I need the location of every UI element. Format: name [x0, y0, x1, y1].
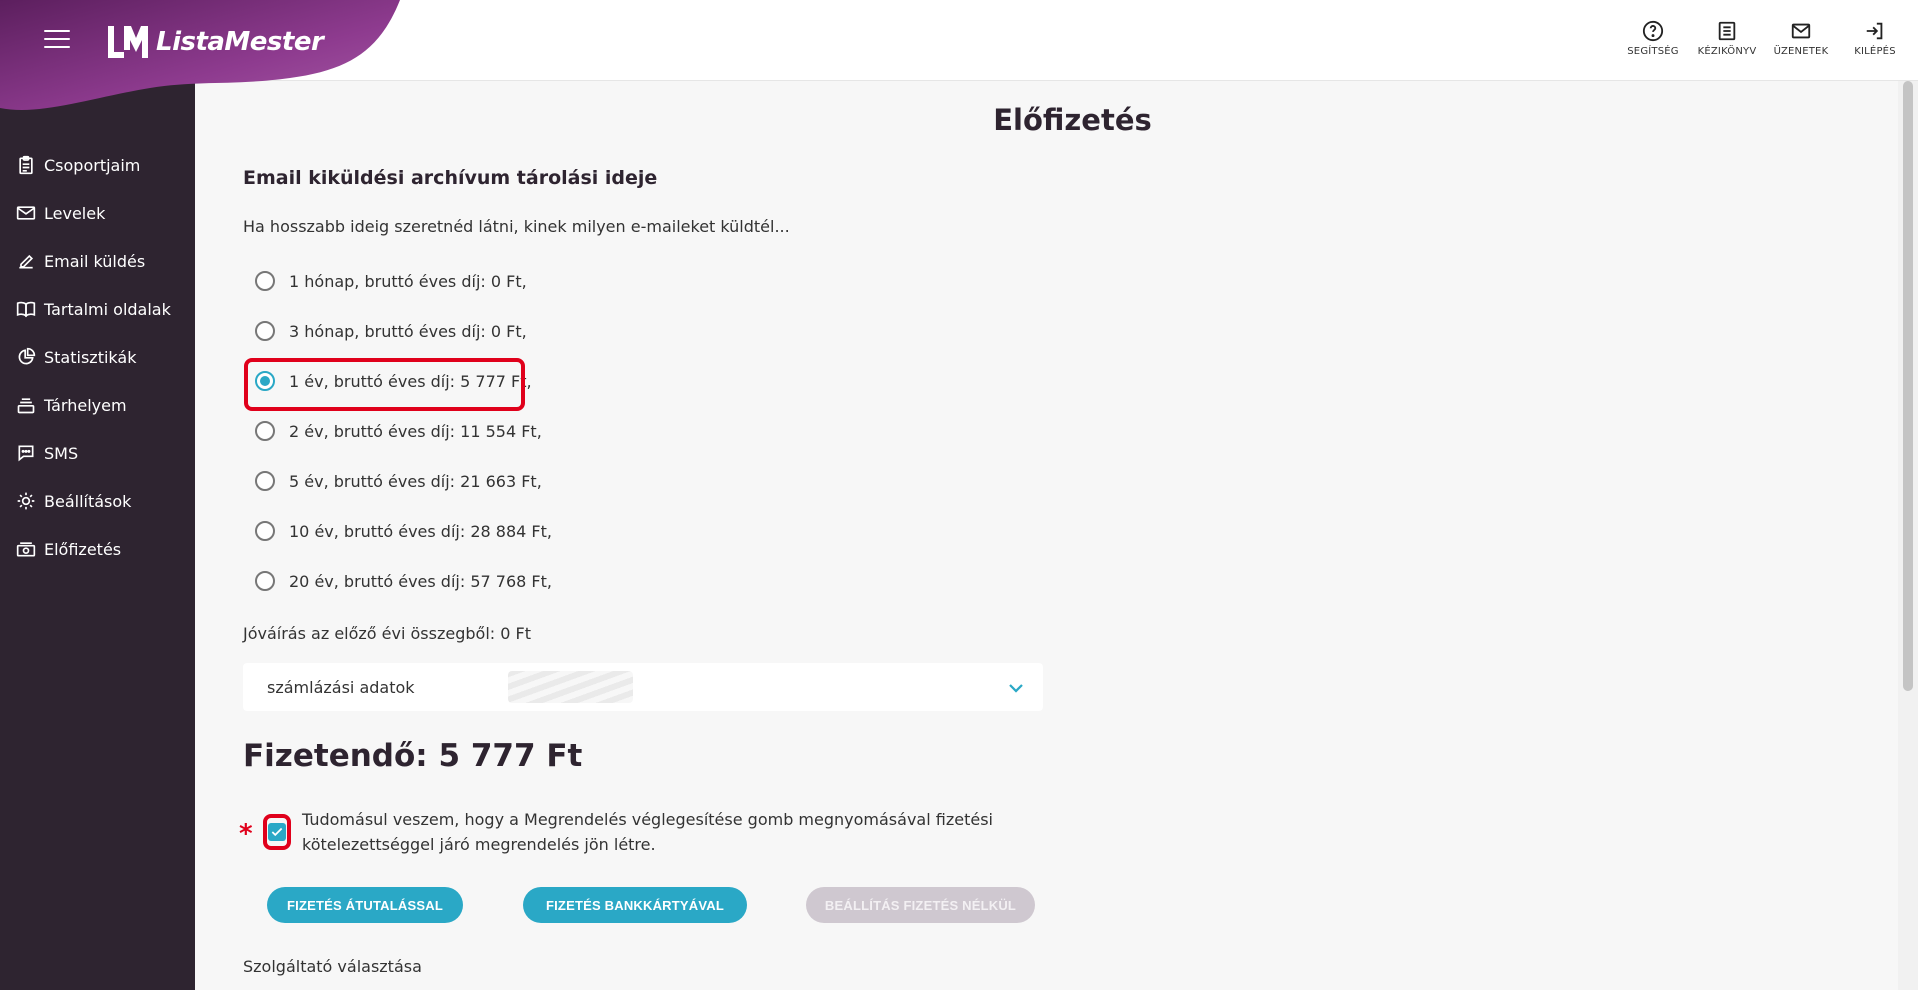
main-content: Előfizetés Email kiküldési archívum táro… — [195, 81, 1898, 990]
messages-label: ÜZENETEK — [1773, 46, 1829, 57]
logout-icon — [1866, 22, 1883, 40]
storage-icon — [17, 398, 35, 414]
help-button[interactable]: SEGÍTSÉG — [1624, 20, 1682, 57]
logo-text: ListaMester — [156, 27, 324, 57]
blurred-billing-info — [508, 671, 633, 703]
radio-label: 2 év, bruttó éves díj: 11 554 Ft, — [289, 421, 542, 441]
page-title: Előfizetés — [993, 103, 1152, 137]
manual-icon — [1718, 21, 1736, 41]
radio-option-5-years[interactable]: 5 év, bruttó éves díj: 21 663 Ft, — [255, 456, 552, 506]
radio-label: 5 év, bruttó éves díj: 21 663 Ft, — [289, 471, 542, 491]
sidebar-item-settings[interactable]: Beállítások — [0, 477, 195, 525]
radio-label: 20 év, bruttó éves díj: 57 768 Ft, — [289, 571, 552, 591]
clipboard-icon — [19, 155, 33, 175]
manual-button[interactable]: KÉZIKÖNYV — [1698, 20, 1756, 57]
sidebar-item-groups[interactable]: Csoportjaim — [0, 141, 195, 189]
radio-option-3-months[interactable]: 3 hónap, bruttó éves díj: 0 Ft, — [255, 306, 552, 356]
radio-option-10-years[interactable]: 10 év, bruttó éves díj: 28 884 Ft, — [255, 506, 552, 556]
archive-duration-options: 1 hónap, bruttó éves díj: 0 Ft, 3 hónap,… — [244, 256, 552, 606]
pie-chart-icon — [18, 347, 36, 365]
top-actions: SEGÍTSÉG KÉZIKÖNYV ÜZENETEK KILÉPÉS — [1624, 20, 1904, 57]
gear-icon — [17, 492, 35, 510]
logo-mark-icon — [108, 26, 148, 58]
sidebar: Csoportjaim Levelek Email küldés Tartalm… — [0, 81, 195, 990]
billing-details-dropdown[interactable]: számlázási adatok — [243, 663, 1043, 711]
sidebar-item-label: Email küldés — [44, 251, 146, 271]
menu-icon[interactable] — [44, 30, 70, 50]
sidebar-item-label: Beállítások — [44, 491, 132, 511]
radio-option-2-years[interactable]: 2 év, bruttó éves díj: 11 554 Ft, — [255, 406, 552, 456]
help-label: SEGÍTSÉG — [1627, 46, 1679, 57]
sidebar-item-statistics[interactable]: Statisztikák — [0, 333, 195, 381]
chevron-down-icon — [1009, 684, 1023, 693]
sidebar-item-storage[interactable]: Tárhelyem — [0, 381, 195, 429]
chat-icon — [18, 445, 34, 462]
radio-label: 10 év, bruttó éves díj: 28 884 Ft, — [289, 521, 552, 541]
checkmark-icon — [271, 827, 283, 837]
logout-button[interactable]: KILÉPÉS — [1846, 20, 1904, 57]
consent-checkbox[interactable] — [263, 814, 291, 850]
credit-amount: Jóváírás az előző évi összegből: 0 Ft — [243, 624, 531, 643]
radio-label: 3 hónap, bruttó éves díj: 0 Ft, — [289, 321, 527, 341]
radio-button[interactable] — [255, 571, 275, 591]
sidebar-item-label: Előfizetés — [44, 539, 122, 559]
mail-icon — [1791, 23, 1811, 39]
sidebar-item-email-send[interactable]: Email küldés — [0, 237, 195, 285]
sidebar-item-content-pages[interactable]: Tartalmi oldalak — [0, 285, 195, 333]
sidebar-item-letters[interactable]: Levelek — [0, 189, 195, 237]
radio-label: 1 év, bruttó éves díj: 5 777 Ft, — [289, 371, 532, 391]
dropdown-label: számlázási adatok — [267, 677, 415, 697]
radio-button[interactable] — [255, 271, 275, 291]
payable-amount: Fizetendő: 5 777 Ft — [243, 738, 583, 774]
sidebar-item-label: Tárhelyem — [44, 395, 127, 415]
sidebar-item-label: SMS — [44, 443, 79, 463]
section-description: Ha hosszabb ideig szeretnéd látni, kinek… — [243, 217, 790, 236]
radio-button-checked[interactable] — [255, 371, 275, 391]
vertical-scrollbar[interactable] — [1898, 81, 1918, 990]
app-logo[interactable]: ListaMester — [104, 22, 324, 62]
provider-selection-label: Szolgáltató választása — [243, 957, 422, 976]
radio-option-1-year[interactable]: 1 év, bruttó éves díj: 5 777 Ft, — [244, 356, 552, 411]
radio-label: 1 hónap, bruttó éves díj: 0 Ft, — [289, 271, 527, 291]
checkbox-checked[interactable] — [268, 823, 286, 841]
radio-button[interactable] — [255, 421, 275, 441]
radio-option-1-month[interactable]: 1 hónap, bruttó éves díj: 0 Ft, — [255, 256, 552, 306]
radio-option-20-years[interactable]: 20 év, bruttó éves díj: 57 768 Ft, — [255, 556, 552, 606]
consent-text: Tudomásul veszem, hogy a Megrendelés vég… — [302, 810, 993, 854]
sidebar-item-subscription[interactable]: Előfizetés — [0, 525, 195, 573]
pencil-icon — [19, 254, 34, 269]
help-icon — [1642, 20, 1664, 42]
money-icon — [16, 542, 36, 557]
book-icon — [16, 301, 36, 318]
pay-by-card-button[interactable]: FIZETÉS BANKKÁRTYÁVAL — [523, 887, 747, 923]
section-title: Email kiküldési archívum tárolási ideje — [243, 167, 658, 189]
radio-button[interactable] — [255, 471, 275, 491]
sidebar-item-label: Statisztikák — [44, 347, 137, 367]
scrollbar-thumb[interactable] — [1903, 81, 1913, 691]
logout-label: KILÉPÉS — [1854, 46, 1896, 57]
sidebar-item-sms[interactable]: SMS — [0, 429, 195, 477]
sidebar-item-label: Csoportjaim — [44, 155, 141, 175]
manual-label: KÉZIKÖNYV — [1697, 46, 1757, 57]
pay-by-transfer-button[interactable]: FIZETÉS ÁTUTALÁSSAL — [267, 887, 463, 923]
required-mark: * — [239, 819, 253, 849]
radio-button[interactable] — [255, 521, 275, 541]
sidebar-item-label: Tartalmi oldalak — [44, 299, 171, 319]
radio-button[interactable] — [255, 321, 275, 341]
setup-without-payment-button: BEÁLLÍTÁS FIZETÉS NÉLKÜL — [806, 887, 1035, 923]
sidebar-item-label: Levelek — [44, 203, 106, 223]
messages-button[interactable]: ÜZENETEK — [1772, 20, 1830, 57]
envelope-icon — [16, 206, 36, 220]
